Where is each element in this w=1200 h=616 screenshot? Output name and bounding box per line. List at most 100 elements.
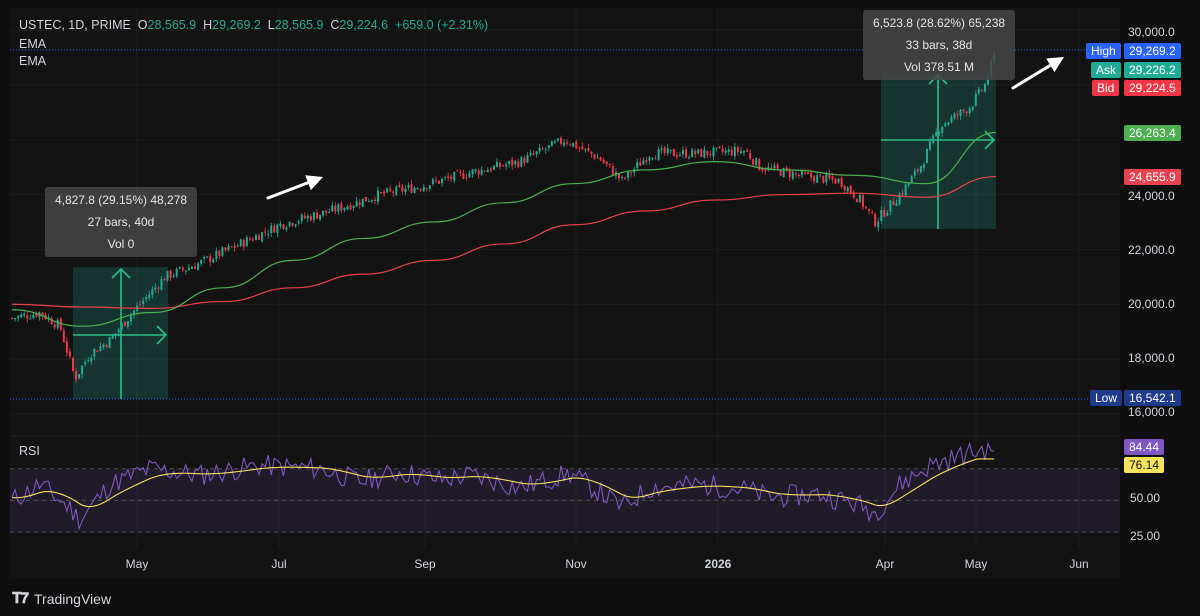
candle-body	[151, 289, 154, 296]
candle-body	[258, 235, 261, 241]
candle-body	[645, 160, 648, 163]
candle-body	[181, 267, 184, 271]
price-tick: 22,000.0	[1128, 243, 1175, 257]
candle-body	[889, 200, 892, 212]
candle-body	[526, 155, 529, 163]
candle-body	[825, 173, 828, 183]
candle-body	[343, 207, 346, 211]
candle-body	[184, 270, 187, 272]
candle-body	[212, 259, 215, 263]
candle-body	[264, 231, 267, 233]
candle-body	[776, 164, 779, 169]
candle-body	[148, 294, 151, 299]
candle-body	[99, 346, 102, 351]
candle-body	[947, 122, 950, 125]
candle-body	[251, 239, 254, 241]
candle-body	[297, 221, 300, 224]
candle-body	[672, 148, 675, 157]
candle-body	[584, 148, 587, 150]
candle-body	[865, 206, 867, 208]
candle-body	[93, 349, 96, 357]
candle-body	[965, 111, 968, 114]
x-tick: Jul	[271, 557, 287, 571]
candle-body	[178, 266, 181, 269]
candle-body	[913, 170, 916, 176]
candle-body	[627, 170, 630, 178]
candle-body	[456, 170, 459, 172]
candle-body	[813, 176, 816, 182]
symbol-header: USTEC, 1D, PRIME O28,565.9 H29,269.2 L28…	[19, 18, 488, 32]
candle-body	[431, 179, 434, 184]
candle-body	[508, 160, 511, 164]
candle-body	[697, 149, 700, 154]
candle-body	[587, 147, 590, 151]
ema-legend-1[interactable]: EMA	[19, 37, 46, 51]
candle-body	[68, 351, 71, 357]
candle-body	[983, 84, 986, 92]
candle-body	[581, 146, 584, 150]
candle-body	[117, 329, 120, 333]
candle-body	[929, 141, 932, 150]
candle-body	[904, 184, 907, 195]
open-label: O	[137, 18, 148, 32]
brand[interactable]: 𝐓𝟕 TradingView	[12, 590, 111, 607]
candle-body	[590, 151, 593, 155]
candle-body	[96, 350, 99, 353]
candle-body	[331, 205, 334, 212]
high-tag-label: High	[1086, 43, 1121, 59]
candle-body	[724, 150, 727, 153]
candle-body	[797, 175, 800, 177]
candle-body	[566, 142, 569, 144]
candle-body	[919, 166, 922, 173]
candle-body	[364, 196, 367, 202]
candle-body	[413, 187, 416, 194]
candle-body	[361, 198, 364, 207]
bid-tag-label: Bid	[1092, 80, 1120, 96]
candle-body	[495, 161, 498, 168]
candle-body	[892, 201, 895, 206]
candle-body	[563, 142, 566, 146]
candle-body	[142, 300, 145, 304]
candle-body	[32, 314, 35, 319]
measure-left-line3: Vol 0	[107, 237, 135, 251]
rsi-legend[interactable]: RSI	[19, 444, 40, 458]
candle-body	[624, 177, 627, 179]
candle-body	[285, 227, 288, 230]
candle-body	[367, 201, 370, 203]
candle-body	[434, 180, 437, 182]
candle-body	[389, 188, 392, 191]
candle-body	[309, 215, 312, 221]
candle-body	[736, 146, 739, 153]
candle-body	[465, 177, 468, 179]
candle-body	[273, 225, 276, 233]
candle-body	[334, 205, 337, 212]
ask-tag-label: Ask	[1091, 62, 1122, 78]
price-chart[interactable]	[0, 0, 1200, 616]
candle-body	[468, 173, 471, 178]
candle-body	[840, 178, 843, 187]
candle-body	[126, 321, 129, 327]
candle-body	[822, 175, 825, 183]
candle-body	[499, 163, 501, 167]
brand-name: TradingView	[34, 590, 112, 607]
candle-body	[660, 148, 663, 150]
candle-body	[810, 172, 813, 178]
candle-body	[245, 237, 248, 247]
candle-body	[758, 159, 761, 171]
candle-body	[596, 157, 599, 159]
candle-body	[282, 224, 285, 229]
price-tick: 20,000.0	[1128, 297, 1175, 311]
candle-body	[877, 221, 880, 228]
candle-body	[752, 159, 755, 165]
candle-body	[255, 235, 257, 240]
candle-body	[800, 170, 803, 175]
candle-body	[380, 192, 383, 194]
candle-body	[886, 212, 889, 216]
candle-body	[688, 157, 691, 159]
x-tick: May	[125, 557, 149, 571]
measure-right-line1: 6,523.8 (28.62%) 65,238	[872, 16, 1006, 30]
candle-body	[53, 324, 56, 328]
candle-body	[425, 188, 428, 190]
ema-slow-tag: 24,655.9	[1124, 169, 1181, 185]
ema-legend-2[interactable]: EMA	[19, 54, 46, 68]
